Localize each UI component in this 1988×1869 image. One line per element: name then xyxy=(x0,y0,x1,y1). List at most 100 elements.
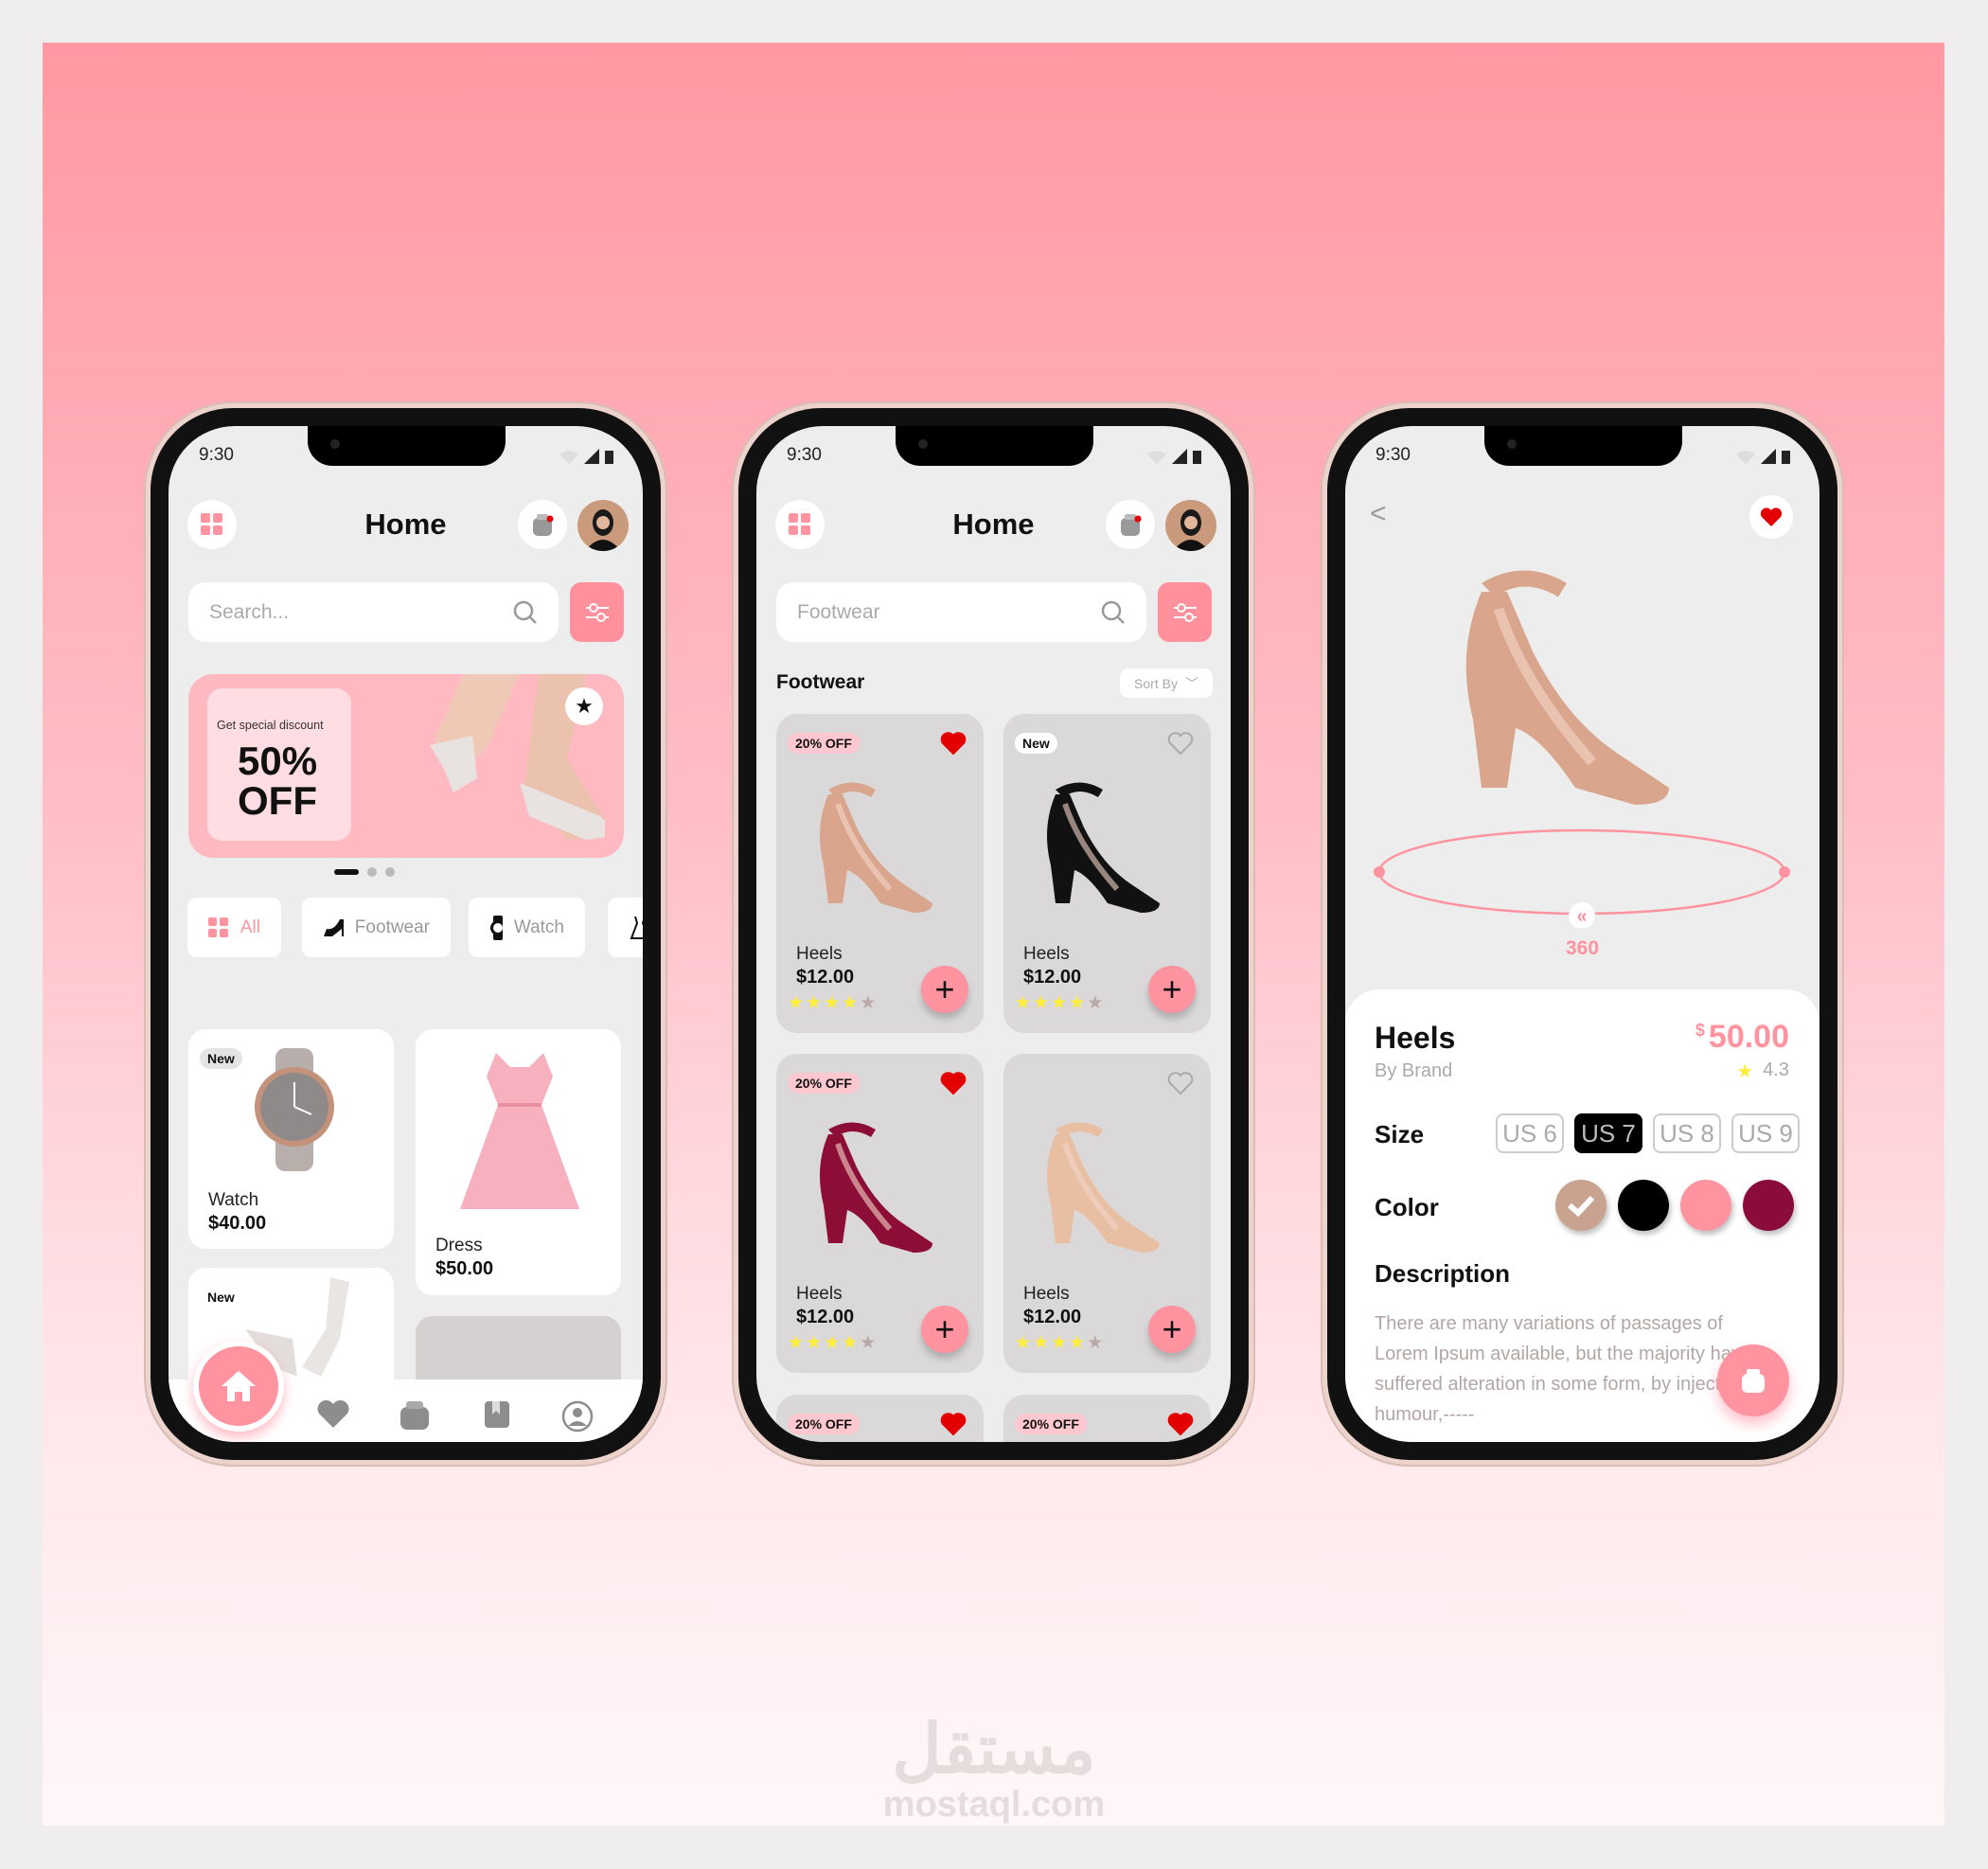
product-card-watch[interactable]: New Watch $40.00 xyxy=(188,1029,394,1249)
search-input[interactable]: Footwear xyxy=(776,582,1146,642)
watch-image xyxy=(255,1048,334,1171)
nav-bookmark-icon[interactable] xyxy=(483,1399,511,1430)
star-rating: ★★★★★ xyxy=(788,1332,878,1354)
filter-button[interactable] xyxy=(1158,582,1212,642)
size-option[interactable]: US 6 xyxy=(1496,1113,1564,1153)
size-option-selected[interactable]: US 7 xyxy=(1574,1113,1642,1153)
search-value: Footwear xyxy=(797,600,880,623)
heart-icon[interactable] xyxy=(1167,731,1194,756)
filter-button[interactable] xyxy=(570,582,624,642)
section-title: Footwear xyxy=(776,671,865,693)
rotate-360-track[interactable]: « xyxy=(1374,824,1790,928)
color-swatch[interactable] xyxy=(1743,1180,1794,1231)
star-icon: ★ xyxy=(842,993,861,1013)
star-icon: ★ xyxy=(860,1333,879,1353)
nav-bag-icon[interactable] xyxy=(398,1399,432,1432)
chip-all[interactable]: All xyxy=(187,898,281,957)
heart-icon[interactable] xyxy=(940,1071,967,1095)
star-icon: ★ xyxy=(1033,993,1052,1013)
dot[interactable] xyxy=(367,867,377,877)
search-input[interactable]: Search... xyxy=(188,582,559,642)
product-card[interactable]: Heels $12.00 ★★★★★ + xyxy=(1003,1054,1211,1373)
star-icon: ★ xyxy=(824,993,843,1013)
product-price: $50.00 xyxy=(1695,1019,1789,1056)
favorite-star-button[interactable]: ★ xyxy=(565,687,603,725)
status-icons xyxy=(558,447,614,466)
promo-banner[interactable]: Get special discount 50% OFF ★ xyxy=(188,674,624,858)
phone-footwear: 9:30 Home Footwear Footwear Sort By ﹀ 20%… xyxy=(734,403,1253,1465)
heart-icon[interactable] xyxy=(940,1412,967,1436)
star-rating: ★★★★★ xyxy=(1015,1332,1105,1354)
product-card[interactable]: 20% OFF Heels $12.00 ★★★★★ + xyxy=(776,714,984,1033)
product-price: $12.00 xyxy=(1023,1307,1082,1327)
chip-footwear[interactable]: Footwear xyxy=(302,898,451,957)
star-icon: ★ xyxy=(1087,1333,1106,1353)
star-icon: ★ xyxy=(860,993,879,1013)
heart-icon[interactable] xyxy=(1167,1071,1194,1095)
plus-icon: + xyxy=(1162,970,1182,1008)
product-card[interactable]: 20% OFF Heels $12.00 ★★★★★ + xyxy=(776,1054,984,1373)
product-name: Heels xyxy=(1023,1284,1070,1304)
size-option[interactable]: US 8 xyxy=(1653,1113,1721,1153)
status-icons xyxy=(1145,447,1202,466)
home-icon xyxy=(222,1371,256,1401)
description-line: There are many variations of passages of xyxy=(1375,1313,1723,1334)
color-selector xyxy=(1555,1180,1794,1231)
product-card[interactable]: 20% OFF xyxy=(1003,1395,1211,1442)
favorite-button[interactable] xyxy=(1749,495,1793,539)
heart-icon[interactable] xyxy=(1167,1412,1194,1436)
add-to-cart-button[interactable] xyxy=(1717,1344,1789,1416)
cart-button[interactable] xyxy=(518,500,567,549)
heart-icon[interactable] xyxy=(940,731,967,756)
add-button[interactable]: + xyxy=(1148,1306,1196,1353)
discount-caption: Get special discount xyxy=(217,719,324,732)
color-swatch[interactable] xyxy=(1680,1180,1731,1231)
product-card-dress[interactable]: Dress $50.00 xyxy=(416,1029,621,1295)
page-title: Home xyxy=(364,507,447,541)
status-time: 9:30 xyxy=(787,445,822,465)
product-price: $40.00 xyxy=(208,1213,267,1234)
new-badge: New xyxy=(1015,733,1057,754)
size-option[interactable]: US 9 xyxy=(1731,1113,1800,1153)
color-label: Color xyxy=(1375,1193,1439,1221)
plus-icon: + xyxy=(934,1309,955,1348)
avatar[interactable] xyxy=(1165,500,1216,551)
cart-button[interactable] xyxy=(1106,500,1155,549)
discount-off: OFF xyxy=(238,778,317,823)
product-card[interactable]: New Heels $12.00 ★★★★★ + xyxy=(1003,714,1211,1033)
chip-dress[interactable] xyxy=(608,898,643,957)
star-icon: ★ xyxy=(1051,1333,1070,1353)
check-icon xyxy=(1568,1195,1595,1217)
avatar[interactable] xyxy=(577,500,629,551)
color-swatch[interactable] xyxy=(1618,1180,1669,1231)
heel-image xyxy=(820,1122,932,1253)
product-name: Watch xyxy=(208,1190,259,1210)
new-badge: New xyxy=(200,1048,242,1069)
dot[interactable] xyxy=(385,867,395,877)
discount-value: 50% xyxy=(238,739,318,783)
chip-watch[interactable]: Watch xyxy=(469,898,585,957)
product-image xyxy=(1465,570,1669,805)
add-button[interactable]: + xyxy=(921,966,968,1013)
product-card[interactable]: 20% OFF xyxy=(776,1395,984,1442)
star-rating: ★★★★★ xyxy=(788,992,878,1014)
discount-badge: 20% OFF xyxy=(788,1073,860,1094)
star-icon: ★ xyxy=(788,1333,807,1353)
star-icon: ★ xyxy=(1033,1333,1052,1353)
dot-active[interactable] xyxy=(334,869,359,875)
product-name: Heels xyxy=(1023,944,1070,964)
add-button[interactable]: + xyxy=(921,1306,968,1353)
heart-icon xyxy=(1760,507,1783,526)
nav-home-button[interactable] xyxy=(193,1341,284,1432)
sliders-icon xyxy=(585,602,609,622)
product-price: $12.00 xyxy=(796,1307,855,1327)
carousel-dots xyxy=(334,867,395,877)
search-placeholder: Search... xyxy=(209,600,290,623)
back-button[interactable]: < xyxy=(1370,498,1387,530)
color-swatch[interactable] xyxy=(1555,1180,1606,1231)
nav-profile-icon[interactable] xyxy=(560,1399,595,1433)
sort-by-dropdown[interactable]: Sort By ﹀ xyxy=(1120,668,1213,698)
nav-heart-icon[interactable] xyxy=(316,1399,350,1430)
add-button[interactable]: + xyxy=(1148,966,1196,1013)
watermark-logo: مستقل xyxy=(892,1712,1096,1788)
